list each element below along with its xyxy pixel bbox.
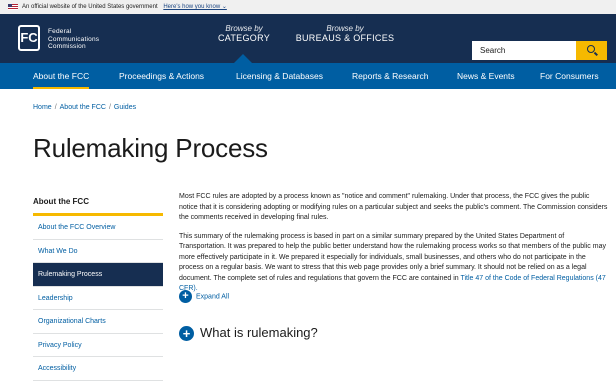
logo-line: Communications [48,35,100,43]
browse-by-category[interactable]: Browse by CATEGORY [214,24,274,44]
flag-icon [8,4,18,10]
sidebar-heading: About the FCC [33,196,163,216]
accordion-heading: What is rulemaking? [200,325,318,340]
nav-proceedings-actions[interactable]: Proceedings & Actions [119,63,204,89]
nav-news-events[interactable]: News & Events [457,63,515,89]
sidebar-item-privacy-policy[interactable]: Privacy Policy [33,334,163,357]
page-title: Rulemaking Process [33,133,268,163]
expand-all-label: Expand All [196,293,230,301]
nav-reports-research[interactable]: Reports & Research [352,63,429,89]
browse-category-small: Browse by [225,24,263,33]
active-menu-caret [234,54,252,63]
gov-banner-text: An official website of the United States… [22,4,158,10]
logo-line: Commission [48,43,86,50]
breadcrumb-separator: / [54,104,57,111]
plus-circle-icon: + [179,326,194,342]
main-content: Most FCC rules are adopted by a process … [179,192,609,303]
breadcrumb-about[interactable]: About the FCC [60,104,106,111]
sidebar-item-org-charts[interactable]: Organizational Charts [33,310,163,334]
plus-circle-icon: + [179,290,192,303]
logo-line: Federal [48,28,72,35]
main-nav: About the FCC Proceedings & Actions Lice… [0,63,616,89]
browse-by-bureaus[interactable]: Browse by BUREAUS & OFFICES [290,24,400,44]
sidebar-item-what-we-do[interactable]: What We Do [33,240,163,263]
sidebar-item-rulemaking-process[interactable]: Rulemaking Process [33,263,163,287]
breadcrumb-separator: / [108,104,111,111]
breadcrumb: Home / About the FCC / Guides [33,104,136,111]
search-input[interactable]: Search [472,41,576,60]
summary-paragraph: This summary of the rulemaking process i… [179,232,609,295]
expand-all-button[interactable]: + Expand All [179,290,229,304]
sidebar-item-accessibility[interactable]: Accessibility [33,357,163,381]
nav-licensing-databases[interactable]: Licensing & Databases [236,63,323,89]
browse-bureaus-big: BUREAUS & OFFICES [295,33,395,43]
browse-bureaus-small: Browse by [326,24,364,33]
accordion-what-is-rulemaking[interactable]: + What is rulemaking? [179,323,318,343]
heres-how-you-know-link[interactable]: Here's how you know ⌄ [163,4,227,10]
nav-about-the-fcc[interactable]: About the FCC [33,63,90,89]
sidebar-item-leadership[interactable]: Leadership [33,287,163,310]
browse-category-big: CATEGORY [217,33,271,43]
search-icon [587,45,595,53]
intro-paragraph: Most FCC rules are adopted by a process … [179,193,608,221]
gov-banner: An official website of the United States… [0,0,616,14]
fcc-logo-icon[interactable]: FC [18,25,40,51]
sidebar: About the FCC About the FCC Overview Wha… [33,196,163,381]
nav-for-consumers[interactable]: For Consumers [540,63,599,89]
sidebar-item-overview[interactable]: About the FCC Overview [33,216,163,240]
search-button[interactable] [576,41,607,60]
fcc-logo-text[interactable]: Federal Communications Commission [48,28,99,51]
breadcrumb-guides[interactable]: Guides [114,104,136,111]
masthead: FC Federal Communications Commission Bro… [0,14,616,63]
breadcrumb-home[interactable]: Home [33,104,52,111]
